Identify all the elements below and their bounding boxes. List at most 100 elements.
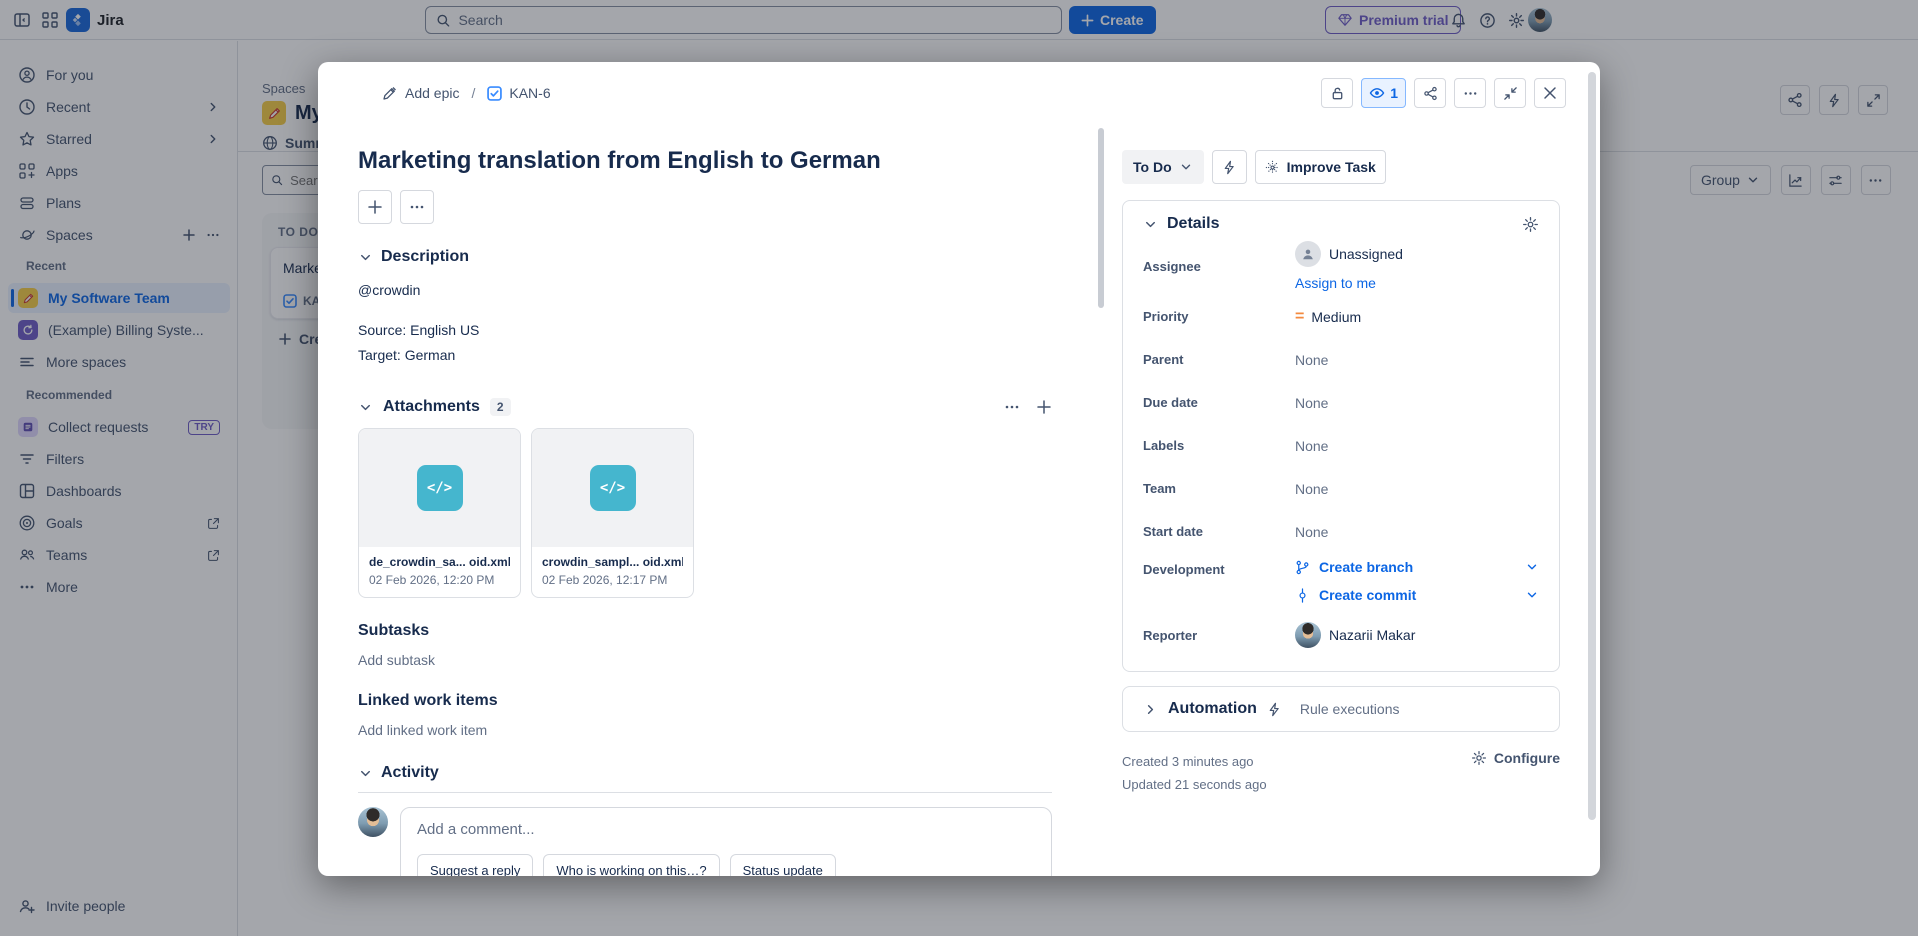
automation-panel[interactable]: Automation Rule executions: [1122, 686, 1560, 732]
description-heading: Description: [381, 248, 469, 266]
reporter-value[interactable]: Nazarii Makar: [1295, 622, 1415, 648]
improve-task-button[interactable]: Improve Task: [1255, 150, 1386, 184]
comment-input[interactable]: Add a comment... Suggest a reply Who is …: [400, 807, 1052, 876]
field-start-date: Start date None: [1143, 510, 1539, 553]
priority-value[interactable]: = Medium: [1295, 308, 1361, 326]
breadcrumb-separator: /: [471, 85, 475, 101]
chevron-down-icon[interactable]: [1525, 588, 1539, 602]
linked-items-heading: Linked work items: [358, 692, 1052, 710]
content-scrollbar[interactable]: [1098, 128, 1104, 308]
issue-detail-modal: Add epic / KAN-6 1: [318, 62, 1600, 876]
ai-sparkle-icon: [1265, 160, 1280, 175]
chevron-right-icon: [1143, 702, 1158, 717]
attachments-more-icon[interactable]: [1004, 399, 1020, 415]
status-dropdown[interactable]: To Do: [1122, 150, 1204, 184]
improve-task-label: Improve Task: [1287, 159, 1376, 175]
chevron-down-icon[interactable]: [1525, 560, 1539, 574]
details-panel-header[interactable]: Details: [1143, 215, 1539, 233]
share-icon[interactable]: [1414, 78, 1446, 108]
attachment-thumbnail: </>: [532, 429, 693, 547]
quick-reply-who-working[interactable]: Who is working on this…?: [543, 854, 719, 876]
quick-reply-chips: Suggest a reply Who is working on this…?…: [417, 854, 1035, 876]
labels-value[interactable]: None: [1295, 438, 1328, 454]
field-label: Parent: [1143, 352, 1295, 367]
team-value[interactable]: None: [1295, 481, 1328, 497]
assignee-value[interactable]: Unassigned: [1295, 241, 1403, 267]
modal-scrollbar[interactable]: [1588, 72, 1596, 820]
field-assignee: Assignee Unassigned Assign to me: [1143, 233, 1539, 295]
bolt-icon: [1267, 702, 1282, 717]
add-linked-item-button[interactable]: Add linked work item: [358, 722, 1052, 738]
updated-timestamp: Updated 21 seconds ago: [1122, 773, 1267, 796]
modal-header: Add epic / KAN-6 1: [318, 62, 1600, 116]
attachment-card[interactable]: </> crowdin_sampl... oid.xml 02 Feb 2026…: [531, 428, 694, 598]
field-label: Assignee: [1143, 259, 1295, 274]
gear-icon: [1471, 750, 1487, 766]
issue-key-link[interactable]: KAN-6: [487, 85, 550, 101]
quick-reply-suggest[interactable]: Suggest a reply: [417, 854, 533, 876]
attachment-name: de_crowdin_sa... oid.xml: [369, 555, 510, 569]
field-parent: Parent None: [1143, 338, 1539, 381]
reporter-avatar: [1295, 622, 1321, 648]
chevron-down-icon: [358, 766, 373, 781]
priority-medium-icon: =: [1295, 308, 1303, 326]
field-labels: Labels None: [1143, 424, 1539, 467]
add-epic-button[interactable]: Add epic: [382, 85, 459, 101]
add-attachment-icon[interactable]: [1036, 399, 1052, 415]
reporter-name: Nazarii Makar: [1329, 627, 1415, 643]
chevron-down-icon[interactable]: [358, 400, 373, 415]
rule-executions-label: Rule executions: [1300, 701, 1400, 717]
created-timestamp: Created 3 minutes ago: [1122, 750, 1267, 773]
source-line[interactable]: Source: English US: [358, 318, 1052, 343]
modal-meta-footer: Created 3 minutes ago Updated 21 seconds…: [1122, 750, 1560, 796]
xml-file-icon: </>: [417, 465, 463, 511]
modal-more-icon[interactable]: [1454, 78, 1486, 108]
attachment-date: 02 Feb 2026, 12:17 PM: [542, 573, 683, 587]
mention-text[interactable]: @crowdin: [358, 282, 1052, 298]
actions-bolt-icon[interactable]: [1212, 150, 1247, 184]
parent-value[interactable]: None: [1295, 352, 1328, 368]
modal-side-column: To Do Improve Task Details: [1110, 116, 1600, 876]
create-branch-link[interactable]: Create branch: [1295, 559, 1539, 575]
target-line[interactable]: Target: German: [358, 343, 1052, 368]
description-section[interactable]: Description: [358, 248, 1052, 266]
field-label: Team: [1143, 481, 1295, 496]
pencil-icon: [382, 85, 398, 101]
chevron-down-icon: [358, 250, 373, 265]
field-label: Labels: [1143, 438, 1295, 453]
content-toolbar: [358, 190, 1052, 224]
attachment-date: 02 Feb 2026, 12:20 PM: [369, 573, 510, 587]
field-label: Reporter: [1143, 628, 1295, 643]
content-more-icon[interactable]: [400, 190, 434, 224]
modal-breadcrumb: Add epic / KAN-6: [382, 85, 551, 101]
xml-file-icon: </>: [590, 465, 636, 511]
task-checkbox-icon: [487, 86, 502, 101]
attachment-name: crowdin_sampl... oid.xml: [542, 555, 683, 569]
attachment-card[interactable]: </> de_crowdin_sa... oid.xml 02 Feb 2026…: [358, 428, 521, 598]
due-date-value[interactable]: None: [1295, 395, 1328, 411]
configure-button[interactable]: Configure: [1471, 750, 1560, 796]
attachment-thumbnail: </>: [359, 429, 520, 547]
issue-title[interactable]: Marketing translation from English to Ge…: [358, 146, 1052, 176]
modal-body: Marketing translation from English to Ge…: [318, 116, 1600, 876]
priority-name: Medium: [1311, 309, 1361, 325]
close-icon[interactable]: [1534, 78, 1566, 108]
watchers-button[interactable]: 1: [1361, 78, 1406, 108]
unlock-icon[interactable]: [1321, 78, 1353, 108]
start-date-value[interactable]: None: [1295, 524, 1328, 540]
add-content-icon[interactable]: [358, 190, 392, 224]
details-gear-icon[interactable]: [1522, 216, 1539, 233]
add-subtask-button[interactable]: Add subtask: [358, 652, 1052, 668]
status-label: To Do: [1133, 159, 1172, 175]
add-epic-label: Add epic: [405, 85, 459, 101]
assign-to-me-link[interactable]: Assign to me: [1295, 275, 1403, 291]
watchers-count: 1: [1390, 85, 1398, 101]
activity-section-header[interactable]: Activity: [358, 764, 1052, 793]
collapse-modal-icon[interactable]: [1494, 78, 1526, 108]
automation-heading: Automation: [1168, 700, 1257, 718]
field-due-date: Due date None: [1143, 381, 1539, 424]
status-toolbar: To Do Improve Task: [1122, 150, 1574, 184]
create-commit-link[interactable]: Create commit: [1295, 587, 1539, 603]
subtasks-heading: Subtasks: [358, 622, 1052, 640]
quick-reply-status-update[interactable]: Status update: [730, 854, 836, 876]
